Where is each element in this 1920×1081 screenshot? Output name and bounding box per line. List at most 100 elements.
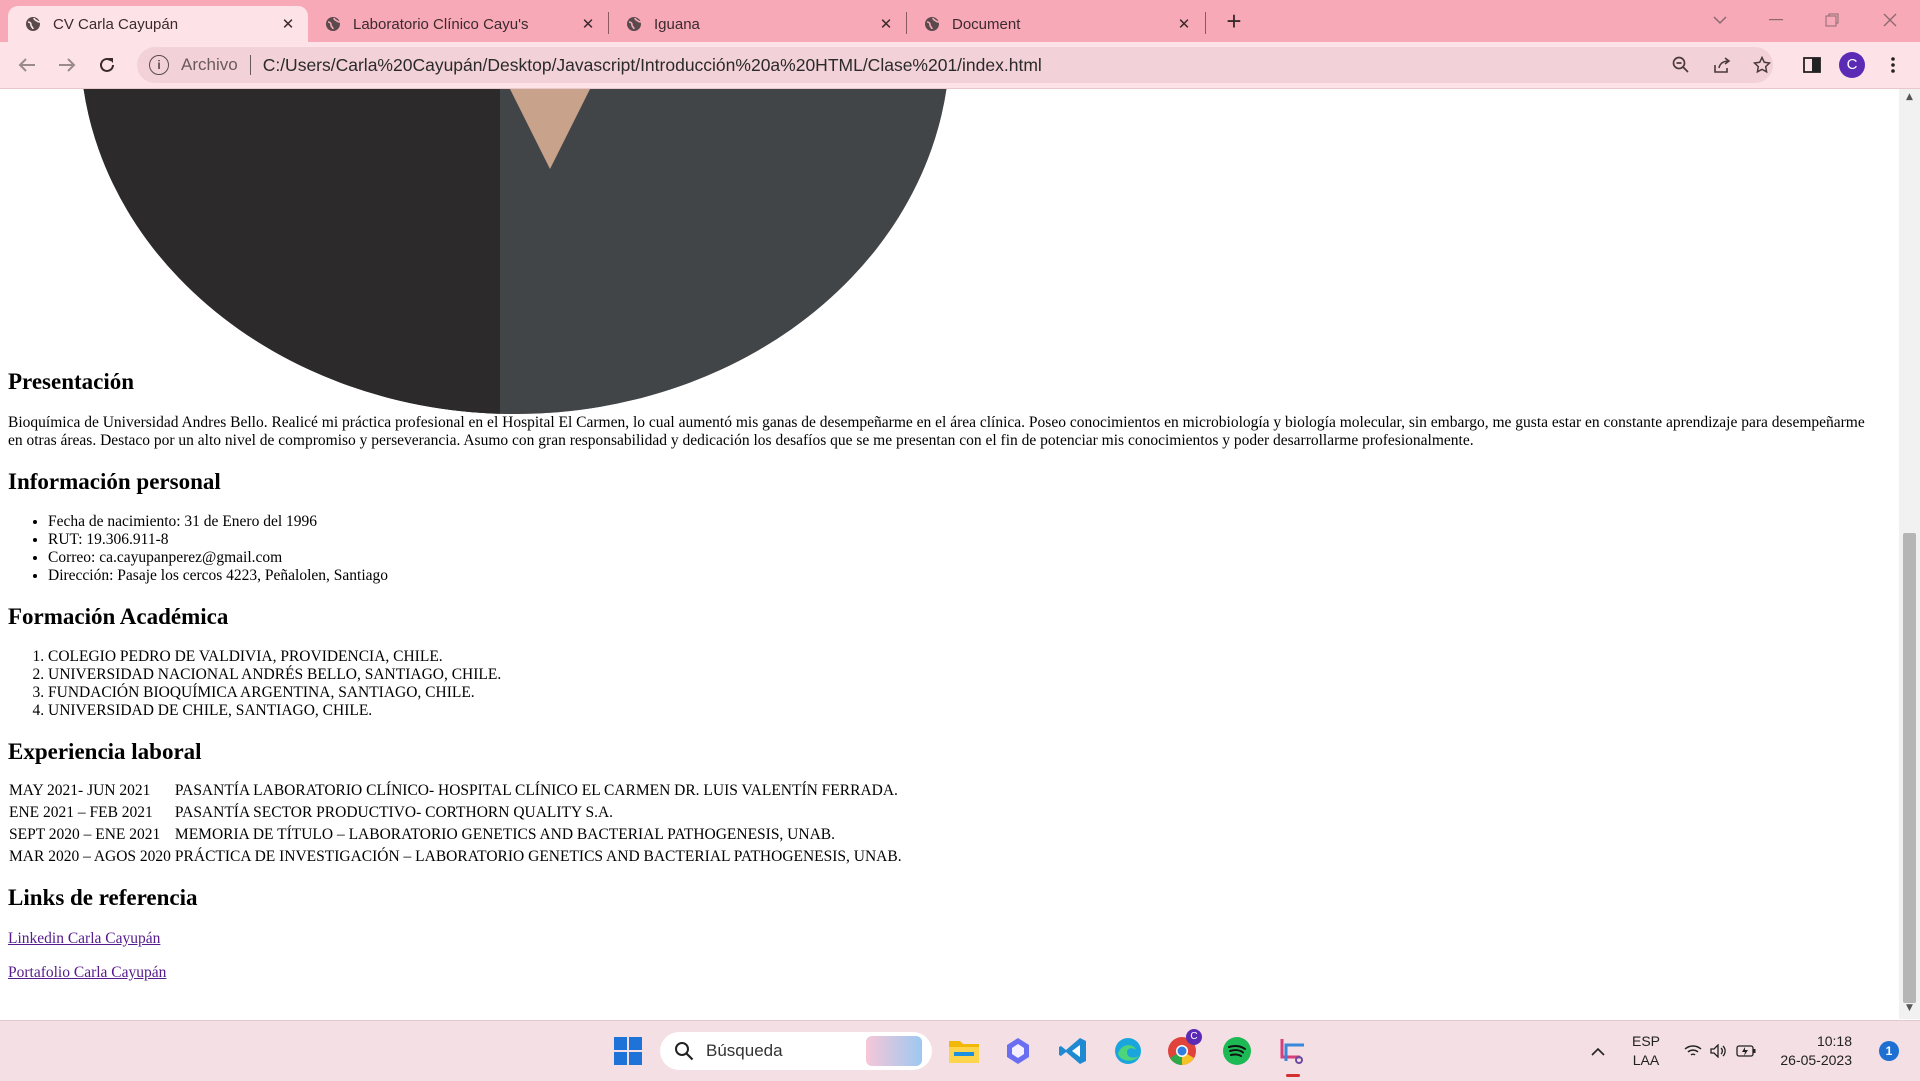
description-cell: PASANTÍA LABORATORIO CLÍNICO- HOSPITAL C… bbox=[174, 782, 898, 799]
zoom-out-icon bbox=[1672, 56, 1689, 73]
edge-icon bbox=[1115, 1038, 1141, 1064]
tab-document[interactable]: Document ✕ bbox=[907, 6, 1204, 42]
info-icon[interactable]: i bbox=[149, 55, 169, 75]
clock[interactable]: 10:18 26-05-2023 bbox=[1772, 1021, 1852, 1081]
globe-icon bbox=[26, 17, 41, 31]
active-app-indicator bbox=[1286, 1074, 1300, 1077]
period-cell: ENE 2021 – FEB 2021 bbox=[9, 804, 153, 821]
share-button[interactable] bbox=[1705, 48, 1739, 82]
chrome-profile-badge: C bbox=[1186, 1029, 1202, 1045]
clock-time: 10:18 bbox=[1816, 1033, 1852, 1049]
portfolio-link[interactable]: Portafolio Carla Cayupán bbox=[8, 964, 166, 981]
scrollbar-thumb[interactable] bbox=[1903, 533, 1916, 1003]
battery-icon bbox=[1736, 1045, 1756, 1057]
spotify-button[interactable] bbox=[1219, 1033, 1255, 1069]
personal-list: Fecha de nacimiento: 31 de Enero del 199… bbox=[8, 513, 1868, 585]
reload-button[interactable] bbox=[92, 51, 122, 79]
arrow-right-icon bbox=[59, 58, 76, 72]
volume-icon bbox=[1710, 1044, 1726, 1058]
globe-icon bbox=[326, 17, 341, 31]
tab-label: Laboratorio Clínico Cayu's bbox=[353, 15, 529, 33]
tab-laboratorio[interactable]: Laboratorio Clínico Cayu's ✕ bbox=[308, 6, 608, 42]
minimize-icon bbox=[1769, 19, 1783, 21]
zoom-button[interactable] bbox=[1664, 48, 1698, 82]
linkedin-link[interactable]: Linkedin Carla Cayupán bbox=[8, 930, 160, 947]
close-tab-icon[interactable]: ✕ bbox=[1174, 15, 1194, 33]
notification-button[interactable]: 1 bbox=[1874, 1021, 1904, 1081]
snipping-tool-button[interactable] bbox=[1274, 1033, 1310, 1069]
side-panel-icon bbox=[1803, 57, 1821, 73]
bookmark-button[interactable] bbox=[1745, 48, 1779, 82]
chrome-button[interactable]: C bbox=[1164, 1029, 1202, 1069]
close-window-button[interactable] bbox=[1862, 0, 1918, 40]
back-button[interactable] bbox=[12, 51, 42, 79]
vertical-scrollbar[interactable]: ▲ ▼ bbox=[1899, 89, 1920, 1019]
edge-button[interactable] bbox=[1110, 1033, 1146, 1069]
file-explorer-button[interactable] bbox=[946, 1033, 982, 1069]
scroll-up-arrow[interactable]: ▲ bbox=[1899, 92, 1920, 102]
scroll-down-arrow[interactable]: ▼ bbox=[1899, 1003, 1920, 1013]
tab-cv-carla[interactable]: CV Carla Cayupán ✕ bbox=[8, 6, 308, 42]
table-row: MAY 2021- JUN 2021 PASANTÍA LABORATORIO … bbox=[8, 781, 903, 801]
notification-badge: 1 bbox=[1879, 1041, 1899, 1061]
share-icon bbox=[1714, 57, 1731, 73]
period-cell: MAR 2020 – AGOS 2020 bbox=[9, 848, 171, 865]
url-text[interactable]: C:/Users/Carla%20Cayupán/Desktop/Javascr… bbox=[263, 55, 1042, 76]
show-hidden-icons-button[interactable] bbox=[1586, 1021, 1610, 1081]
table-row: ENE 2021 – FEB 2021 PASANTÍA SECTOR PROD… bbox=[8, 803, 903, 823]
quick-settings-button[interactable] bbox=[1680, 1021, 1760, 1081]
list-item: FUNDACIÓN BIOQUÍMICA ARGENTINA, SANTIAGO… bbox=[48, 684, 1868, 702]
wifi-icon bbox=[1684, 1045, 1702, 1056]
keyboard-layout-label: LAA bbox=[1632, 1052, 1660, 1068]
tab-label: Iguana bbox=[654, 15, 700, 33]
taskbar: Búsqueda C ESP LAA 10:18 26-05-2023 1 bbox=[0, 1020, 1920, 1081]
copilot-button[interactable] bbox=[1000, 1033, 1036, 1069]
tab-search-button[interactable] bbox=[1692, 0, 1748, 40]
tab-strip: CV Carla Cayupán ✕ Laboratorio Clínico C… bbox=[0, 0, 1920, 42]
divider bbox=[249, 55, 251, 75]
close-tab-icon[interactable]: ✕ bbox=[278, 15, 298, 33]
experiencia-table: MAY 2021- JUN 2021 PASANTÍA LABORATORIO … bbox=[6, 779, 905, 869]
profile-photo bbox=[80, 89, 950, 414]
formacion-list: COLEGIO PEDRO DE VALDIVIA, PROVIDENCIA, … bbox=[8, 648, 1868, 720]
tab-label: Document bbox=[952, 15, 1021, 33]
vscode-icon bbox=[1059, 1038, 1086, 1064]
minimize-button[interactable] bbox=[1748, 0, 1804, 40]
tab-iguana[interactable]: Iguana ✕ bbox=[609, 6, 906, 42]
address-bar[interactable]: i Archivo C:/Users/Carla%20Cayupán/Deskt… bbox=[137, 47, 1773, 83]
links-heading: Links de referencia bbox=[8, 885, 198, 910]
search-placeholder: Búsqueda bbox=[706, 1041, 783, 1060]
list-item: RUT: 19.306.911-8 bbox=[48, 531, 1868, 549]
close-tab-icon[interactable]: ✕ bbox=[876, 15, 896, 33]
globe-icon bbox=[925, 17, 940, 31]
language-indicator[interactable]: ESP LAA bbox=[1628, 1021, 1664, 1081]
restore-button[interactable] bbox=[1804, 0, 1860, 40]
list-item: Dirección: Pasaje los cercos 4223, Peñal… bbox=[48, 567, 1868, 585]
tab-separator bbox=[1205, 12, 1206, 34]
list-item: Correo: ca.cayupanperez@gmail.com bbox=[48, 549, 1868, 567]
personal-heading: Información personal bbox=[8, 469, 221, 494]
side-panel-button[interactable] bbox=[1795, 48, 1829, 82]
vscode-button[interactable] bbox=[1055, 1033, 1091, 1069]
restore-icon bbox=[1825, 13, 1839, 27]
arrow-left-icon bbox=[18, 58, 35, 72]
cv-content: Presentación Bioquímica de Universidad A… bbox=[8, 369, 1868, 982]
forward-button[interactable] bbox=[52, 51, 82, 79]
spotify-icon bbox=[1223, 1037, 1251, 1065]
list-item: COLEGIO PEDRO DE VALDIVIA, PROVIDENCIA, … bbox=[48, 648, 1868, 666]
close-tab-icon[interactable]: ✕ bbox=[578, 15, 598, 33]
folder-icon bbox=[949, 1041, 979, 1063]
profile-avatar[interactable]: C bbox=[1839, 52, 1865, 78]
menu-button[interactable] bbox=[1876, 48, 1910, 82]
language-label: ESP bbox=[1631, 1033, 1660, 1049]
search-highlight-icon bbox=[866, 1036, 922, 1066]
table-row: SEPT 2020 – ENE 2021 MEMORIA DE TÍTULO –… bbox=[8, 825, 903, 845]
chevron-up-icon bbox=[1591, 1047, 1605, 1056]
start-button[interactable] bbox=[610, 1033, 646, 1069]
presentacion-text: Bioquímica de Universidad Andres Bello. … bbox=[8, 414, 1865, 449]
new-tab-button[interactable]: + bbox=[1219, 8, 1249, 36]
taskbar-search[interactable]: Búsqueda bbox=[660, 1032, 932, 1070]
formacion-heading: Formación Académica bbox=[8, 604, 229, 629]
page-viewport: Presentación Bioquímica de Universidad A… bbox=[0, 89, 1898, 1019]
reload-icon bbox=[100, 57, 114, 72]
